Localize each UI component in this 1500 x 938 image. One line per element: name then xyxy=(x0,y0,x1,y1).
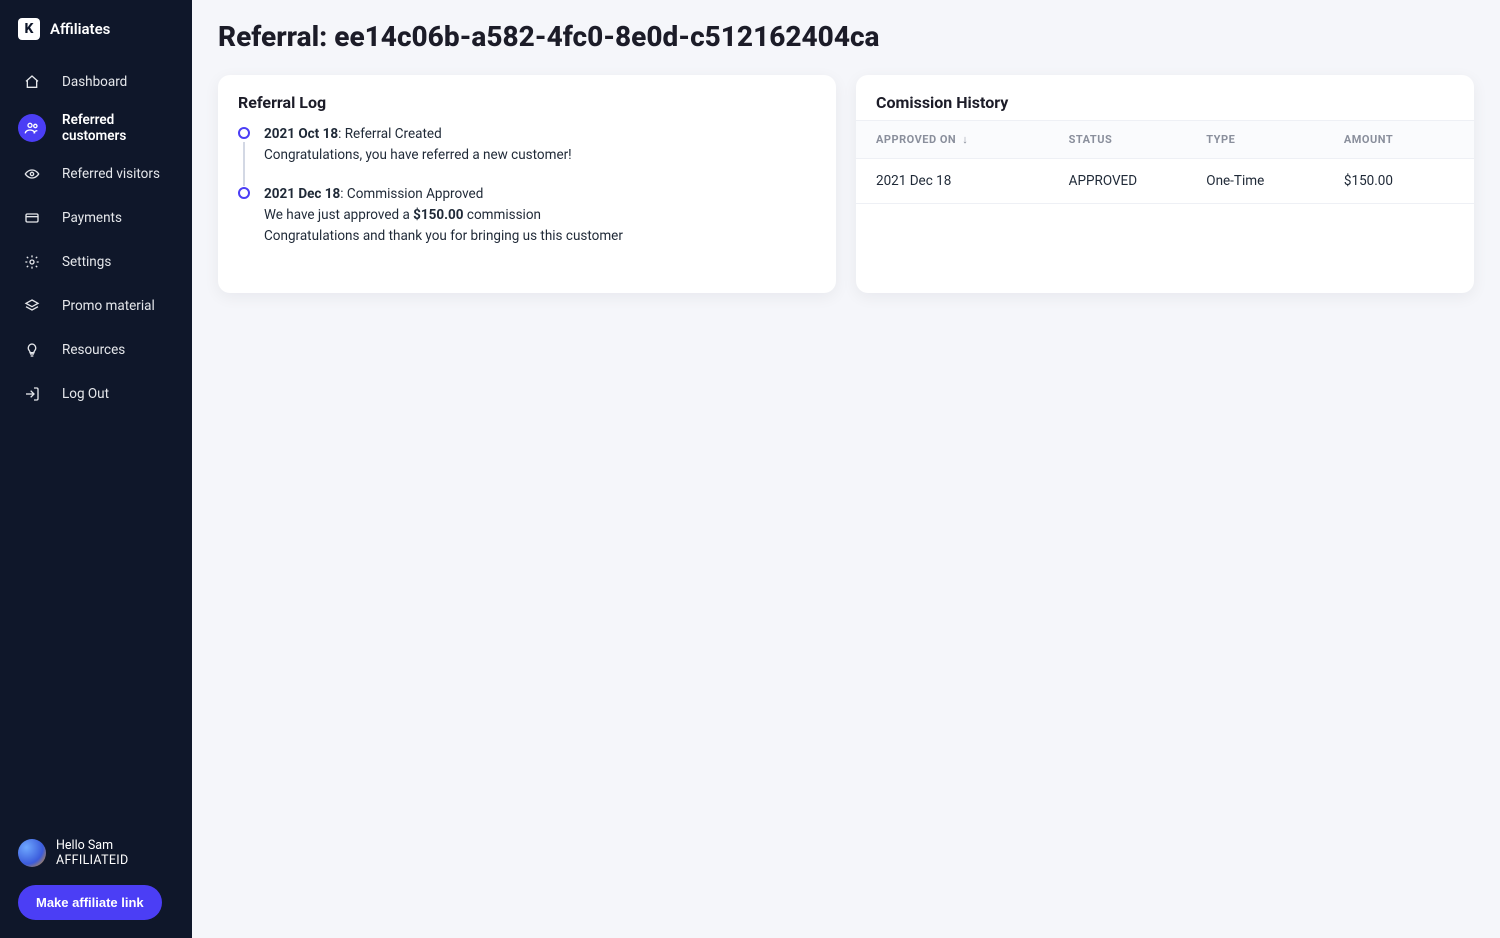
timeline-date: 2021 Oct 18 xyxy=(264,126,338,142)
timeline-dot-icon xyxy=(238,187,250,199)
timeline-body-bold: $150.00 xyxy=(413,207,463,223)
user-hello: Hello Sam xyxy=(56,838,128,854)
commission-history-card: Comission History APPROVED ON ↓ STATUS T… xyxy=(856,75,1474,293)
timeline-body-line2: Congratulations and thank you for bringi… xyxy=(264,228,623,244)
column-amount[interactable]: AMOUNT xyxy=(1344,133,1454,146)
timeline-body: Congratulations, you have referred a new… xyxy=(264,147,572,163)
timeline-headline: Referral Created xyxy=(345,126,442,142)
sidebar-item-label: Promo material xyxy=(62,298,155,314)
logout-icon xyxy=(18,380,46,408)
timeline-item: 2021 Oct 18: Referral Created Congratula… xyxy=(238,124,816,184)
timeline-body-pre: We have just approved a xyxy=(264,207,413,223)
cell-approved-on: 2021 Dec 18 xyxy=(876,173,1069,189)
timeline-headline: Commission Approved xyxy=(347,186,483,202)
page-title: Referral: ee14c06b-a582-4fc0-8e0d-c51216… xyxy=(218,20,1474,53)
sidebar-footer: Hello Sam AFFILIATEID Make affiliate lin… xyxy=(0,838,192,920)
sidebar-item-referred-customers[interactable]: Referred customers xyxy=(0,104,192,152)
sidebar-item-dashboard[interactable]: Dashboard xyxy=(0,60,192,104)
sidebar-item-payments[interactable]: Payments xyxy=(0,196,192,240)
sidebar-item-settings[interactable]: Settings xyxy=(0,240,192,284)
sidebar-item-log-out[interactable]: Log Out xyxy=(0,372,192,416)
sidebar-item-label: Settings xyxy=(62,254,111,270)
sidebar-item-promo-material[interactable]: Promo material xyxy=(0,284,192,328)
make-affiliate-link-button[interactable]: Make affiliate link xyxy=(18,885,162,920)
sort-arrow-icon: ↓ xyxy=(962,133,968,146)
sidebar-nav: Dashboard Referred customers Referred vi… xyxy=(0,60,192,838)
sidebar-item-label: Log Out xyxy=(62,386,109,402)
user-info[interactable]: Hello Sam AFFILIATEID xyxy=(18,838,174,869)
avatar xyxy=(18,839,46,867)
brand-logo-icon: K xyxy=(18,18,40,40)
sidebar-item-label: Referred customers xyxy=(62,112,174,144)
sidebar-item-label: Dashboard xyxy=(62,74,127,90)
cell-status: APPROVED xyxy=(1069,173,1207,189)
table-header-row: APPROVED ON ↓ STATUS TYPE AMOUNT xyxy=(856,120,1474,159)
timeline-dot-icon xyxy=(238,127,250,139)
brand-name: Affiliates xyxy=(50,20,110,38)
timeline-item: 2021 Dec 18: Commission Approved We have… xyxy=(238,184,816,247)
commission-history-table: APPROVED ON ↓ STATUS TYPE AMOUNT 2021 De… xyxy=(856,120,1474,204)
column-type[interactable]: TYPE xyxy=(1206,133,1344,146)
sidebar: K Affiliates Dashboard Referred customer… xyxy=(0,0,192,938)
cell-type: One-Time xyxy=(1206,173,1344,189)
content-columns: Referral Log 2021 Oct 18: Referral Creat… xyxy=(218,75,1474,293)
timeline-text: 2021 Dec 18: Commission Approved We have… xyxy=(264,184,623,247)
sidebar-item-label: Referred visitors xyxy=(62,166,160,182)
sidebar-item-referred-visitors[interactable]: Referred visitors xyxy=(0,152,192,196)
column-status[interactable]: STATUS xyxy=(1069,133,1207,146)
gear-icon xyxy=(18,248,46,276)
timeline-text: 2021 Oct 18: Referral Created Congratula… xyxy=(264,124,572,166)
timeline-connector xyxy=(243,142,245,186)
brand[interactable]: K Affiliates xyxy=(0,18,192,60)
referral-log-title: Referral Log xyxy=(218,75,836,120)
sidebar-item-label: Resources xyxy=(62,342,125,358)
user-affiliate-id: AFFILIATEID xyxy=(56,853,128,869)
user-meta: Hello Sam AFFILIATEID xyxy=(56,838,128,869)
sidebar-item-resources[interactable]: Resources xyxy=(0,328,192,372)
card-icon xyxy=(18,204,46,232)
table-row: 2021 Dec 18 APPROVED One-Time $150.00 xyxy=(856,159,1474,204)
bulb-icon xyxy=(18,336,46,364)
commission-history-title: Comission History xyxy=(856,75,1474,120)
timeline-date: 2021 Dec 18 xyxy=(264,186,340,202)
referral-log-card: Referral Log 2021 Oct 18: Referral Creat… xyxy=(218,75,836,293)
timeline-body-post: commission xyxy=(464,207,541,223)
users-icon xyxy=(18,114,46,142)
column-approved-on[interactable]: APPROVED ON ↓ xyxy=(876,133,1069,146)
referral-log-timeline: 2021 Oct 18: Referral Created Congratula… xyxy=(238,124,816,247)
home-icon xyxy=(18,68,46,96)
main: Referral: ee14c06b-a582-4fc0-8e0d-c51216… xyxy=(192,0,1500,938)
column-label: APPROVED ON xyxy=(876,133,956,146)
eye-icon xyxy=(18,160,46,188)
layers-icon xyxy=(18,292,46,320)
sidebar-item-label: Payments xyxy=(62,210,122,226)
cell-amount: $150.00 xyxy=(1344,173,1454,189)
